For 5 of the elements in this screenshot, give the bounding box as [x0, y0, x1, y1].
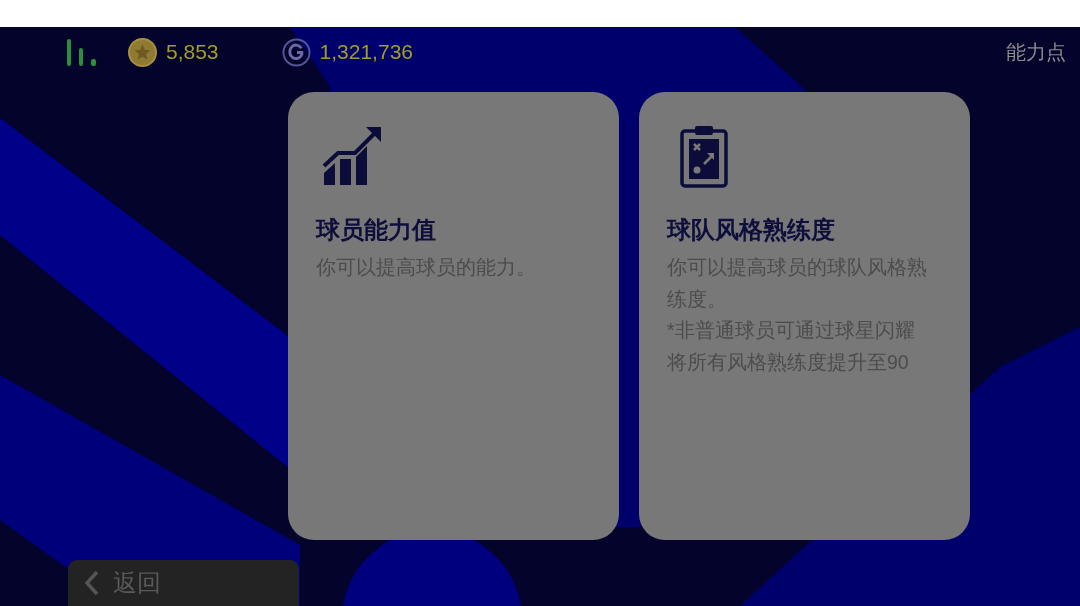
card-title: 球员能力值 — [316, 215, 436, 245]
currency-amount: 1,321,736 — [319, 39, 413, 65]
currency-amount: 5,853 — [166, 39, 219, 65]
page-title: 能力点 — [1006, 40, 1066, 65]
card-title: 球队风格熟练度 — [667, 215, 835, 245]
